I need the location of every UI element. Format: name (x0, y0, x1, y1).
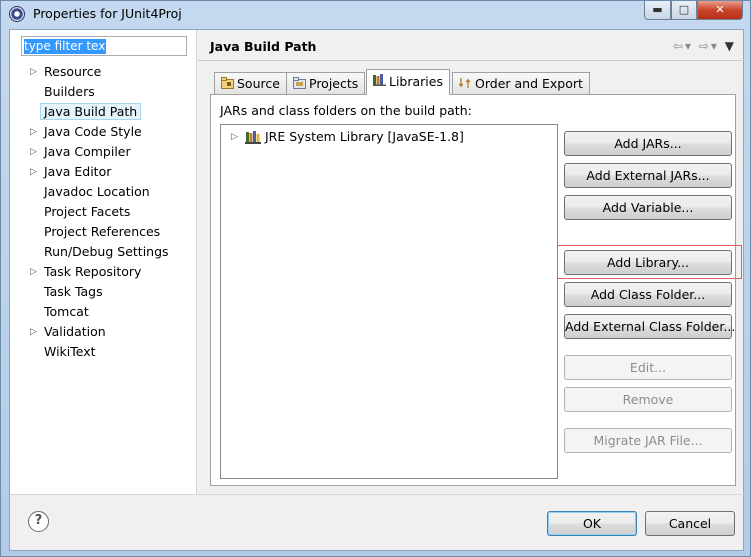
tree-item-validation[interactable]: ▷ Validation (10, 322, 196, 342)
tree-item-wikitext[interactable]: WikiText (10, 342, 196, 362)
category-tree: ▷ Resource Builders Java Build Path ▷ Java… (10, 62, 196, 362)
tab-source[interactable]: Source (214, 72, 287, 94)
edit-button[interactable]: Edit... (564, 355, 732, 380)
add-class-folder-button[interactable]: Add Class Folder... (564, 282, 732, 307)
forward-dropdown-icon[interactable]: ▾ (711, 39, 719, 53)
footer-separator (10, 494, 745, 495)
title-bar[interactable]: Properties for JUnit4Proj ▬ □ ✕ (1, 1, 751, 28)
tree-item-run-debug-settings[interactable]: Run/Debug Settings (10, 242, 196, 262)
cancel-button[interactable]: Cancel (645, 511, 735, 536)
expand-arrow-icon[interactable]: ▷ (30, 322, 37, 342)
add-external-class-folder-button[interactable]: Add External Class Folder... (564, 314, 735, 339)
title-separator (198, 60, 744, 61)
remove-button[interactable]: Remove (564, 387, 732, 412)
tree-item-java-build-path[interactable]: Java Build Path (10, 102, 196, 122)
expand-arrow-icon[interactable]: ▷ (30, 122, 37, 142)
projects-icon (293, 77, 306, 89)
tree-item-javadoc-location[interactable]: Javadoc Location (10, 182, 196, 202)
tree-item-project-references[interactable]: Project References (10, 222, 196, 242)
libraries-tab-panel: JARs and class folders on the build path… (210, 94, 742, 486)
libraries-description: JARs and class folders on the build path… (220, 103, 472, 118)
help-icon[interactable]: ? (28, 511, 49, 532)
tree-item-java-compiler[interactable]: ▷ Java Compiler (10, 142, 196, 162)
order-export-icon (459, 78, 471, 88)
ok-button[interactable]: OK (547, 511, 637, 536)
add-jars-button[interactable]: Add JARs... (564, 131, 732, 156)
category-pane: ▷Resource Builders Java Build Path ▷Java… (10, 30, 197, 494)
tab-libraries[interactable]: Libraries (366, 69, 450, 95)
tree-item-builders[interactable]: Builders (10, 82, 196, 102)
libraries-tree[interactable]: ▷ JRE System Library [JavaSE-1.8] (220, 124, 558, 479)
tab-order-and-export[interactable]: Order and Export (452, 72, 590, 94)
tree-item-task-tags[interactable]: Task Tags (10, 282, 196, 302)
window-title: Properties for JUnit4Proj (33, 6, 182, 21)
page-navigation: ⇦▾ ⇨▾ ▼ (673, 39, 736, 53)
properties-dialog: Properties for JUnit4Proj ▬ □ ✕ ▷Resourc… (0, 0, 751, 557)
tab-projects[interactable]: Projects (286, 72, 366, 94)
forward-arrow-icon[interactable]: ⇨ (699, 39, 711, 53)
add-library-button[interactable]: Add Library... (564, 250, 732, 275)
library-item[interactable]: ▷ JRE System Library [JavaSE-1.8] (229, 128, 464, 146)
source-folder-icon (221, 77, 234, 89)
back-arrow-icon[interactable]: ⇦ (673, 39, 685, 53)
expand-arrow-icon[interactable]: ▷ (231, 128, 238, 146)
maximize-button[interactable]: □ (671, 1, 697, 20)
add-variable-button[interactable]: Add Variable... (564, 195, 732, 220)
libraries-icon (373, 74, 386, 86)
back-dropdown-icon[interactable]: ▾ (685, 39, 693, 53)
filter-input[interactable] (22, 37, 186, 55)
property-page: Java Build Path ⇦▾ ⇨▾ ▼ Source Projects (198, 30, 744, 494)
page-title: Java Build Path (210, 39, 317, 54)
tree-item-java-editor[interactable]: ▷ Java Editor (10, 162, 196, 182)
expand-arrow-icon[interactable]: ▷ (30, 142, 37, 162)
expand-arrow-icon[interactable]: ▷ (30, 162, 37, 182)
add-external-jars-button[interactable]: Add External JARs... (564, 163, 732, 188)
close-button[interactable]: ✕ (697, 1, 743, 20)
dialog-client-area: ▷Resource Builders Java Build Path ▷Java… (9, 29, 745, 551)
filter-field[interactable] (21, 36, 187, 56)
expand-arrow-icon[interactable]: ▷ (30, 62, 37, 82)
view-menu-icon[interactable]: ▼ (725, 39, 736, 53)
tree-item-tomcat[interactable]: Tomcat (10, 302, 196, 322)
tree-item-resource[interactable]: ▷ Resource (10, 62, 196, 82)
expand-arrow-icon[interactable]: ▷ (30, 262, 37, 282)
tree-item-java-code-style[interactable]: ▷ Java Code Style (10, 122, 196, 142)
eclipse-app-icon (9, 6, 25, 22)
tree-item-project-facets[interactable]: Project Facets (10, 202, 196, 222)
tree-item-task-repository[interactable]: ▷ Task Repository (10, 262, 196, 282)
library-icon (245, 131, 261, 144)
migrate-jar-file-button[interactable]: Migrate JAR File... (564, 428, 732, 453)
minimize-button[interactable]: ▬ (644, 1, 671, 20)
